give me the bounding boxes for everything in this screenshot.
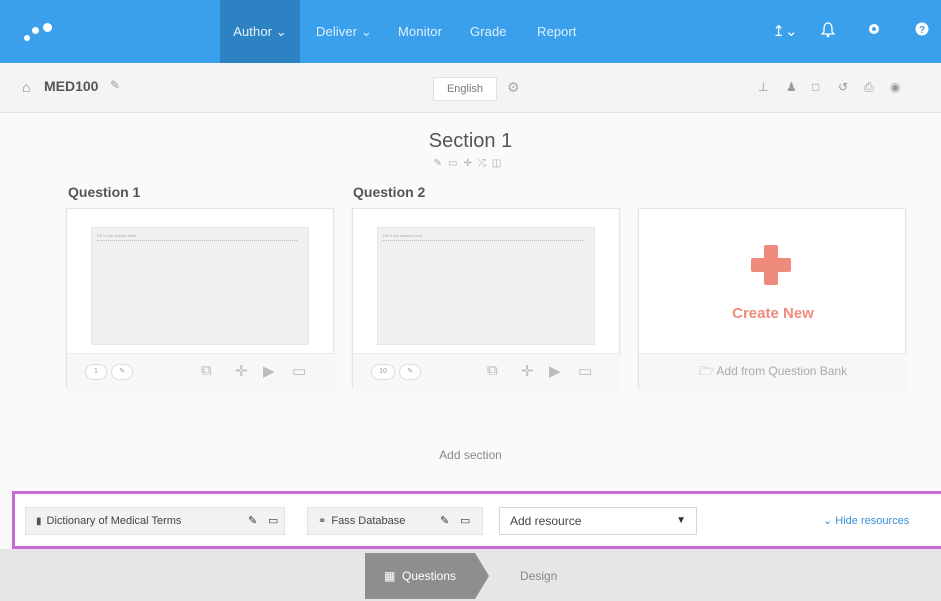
pencil-icon[interactable]: ✎ bbox=[248, 508, 257, 534]
question-card[interactable]: Fill in the answer here 10 ✎ ⧉ ✛ ▶ ▭ bbox=[352, 208, 621, 389]
create-new-card[interactable]: Create New 🗁 Add from Question Bank bbox=[638, 208, 907, 389]
trash-icon[interactable]: ▭ bbox=[578, 362, 592, 380]
nav-deliver[interactable]: Deliver ⌄ bbox=[316, 0, 372, 63]
grid-icon: ▦ bbox=[383, 569, 396, 583]
question-label: Question 1 bbox=[68, 184, 141, 200]
columns-icon[interactable]: ◫ bbox=[492, 158, 507, 169]
add-from-bank-button[interactable]: 🗁 Add from Question Bank bbox=[639, 353, 907, 389]
create-new-label: Create New bbox=[732, 305, 814, 322]
chevron-down-icon: ⌄ bbox=[823, 515, 833, 527]
nav-monitor[interactable]: Monitor bbox=[398, 0, 442, 63]
section-title: Section 1 bbox=[428, 130, 513, 152]
resource-chip[interactable]: ▮ Dictionary of Medical Terms ✎ ▭ bbox=[25, 507, 285, 535]
points-unit: ✎ bbox=[399, 364, 421, 380]
question-footer: 1 ✎ ⧉ ✛ ▶ ▭ bbox=[67, 353, 335, 389]
help-icon[interactable]: ? bbox=[912, 22, 932, 42]
step-design[interactable]: Design bbox=[520, 553, 557, 599]
resource-bar: ▮ Dictionary of Medical Terms ✎ ▭ ⚭ Fass D… bbox=[12, 491, 941, 549]
duplicate-icon[interactable]: ⧉ bbox=[201, 362, 212, 379]
course-title: MED100 bbox=[44, 78, 99, 94]
shuffle-icon[interactable]: ⤮ bbox=[478, 158, 492, 169]
trash-icon[interactable]: ▭ bbox=[268, 508, 278, 534]
move-icon[interactable]: ✛ bbox=[235, 362, 248, 380]
trash-icon[interactable]: ▭ bbox=[448, 158, 463, 169]
nav-author[interactable]: Author ⌄ bbox=[220, 0, 300, 63]
person-icon[interactable]: ♟ bbox=[786, 80, 797, 94]
gear-icon[interactable] bbox=[864, 22, 884, 42]
bell-icon[interactable] bbox=[818, 22, 838, 42]
app-logo[interactable] bbox=[22, 18, 62, 46]
copy-icon[interactable]: □ bbox=[812, 80, 819, 94]
nav-report[interactable]: Report bbox=[537, 0, 577, 63]
move-icon[interactable]: ✛ bbox=[464, 158, 478, 169]
pencil-icon[interactable]: ✎ bbox=[440, 508, 449, 534]
pencil-icon[interactable]: ✎ bbox=[434, 158, 448, 169]
editor-toolbar bbox=[97, 240, 297, 244]
step-bar: ▦ Questions Design bbox=[0, 549, 941, 601]
section-toolbar: ✎▭✛⤮◫ bbox=[0, 158, 941, 169]
question-preview[interactable]: Fill in the answer here bbox=[91, 227, 309, 345]
move-icon[interactable]: ✛ bbox=[521, 362, 534, 380]
question-label: Question 2 bbox=[353, 184, 426, 200]
question-preview[interactable]: Fill in the answer here bbox=[377, 227, 595, 345]
trash-icon[interactable]: ▭ bbox=[292, 362, 306, 380]
nav-grade[interactable]: Grade bbox=[470, 0, 507, 63]
home-icon[interactable]: ⌂ bbox=[22, 79, 30, 95]
duplicate-icon[interactable]: ⧉ bbox=[487, 362, 498, 379]
play-icon[interactable]: ▶ bbox=[263, 362, 275, 380]
resource-chip[interactable]: ⚭ Fass Database ✎ ▭ bbox=[307, 507, 483, 535]
points-field[interactable]: 1 bbox=[85, 364, 107, 380]
points-unit: ✎ bbox=[111, 364, 133, 380]
points-field[interactable]: 10 bbox=[371, 364, 395, 380]
upload-icon[interactable]: ↥⌄ bbox=[770, 22, 800, 42]
svg-text:?: ? bbox=[919, 25, 925, 36]
play-icon[interactable]: ▶ bbox=[549, 362, 561, 380]
caret-down-icon: ▼ bbox=[676, 515, 686, 526]
trash-icon[interactable]: ▭ bbox=[460, 508, 470, 534]
history-icon[interactable]: ↺ bbox=[838, 80, 848, 94]
add-resource-select[interactable]: Add resource ▼ bbox=[499, 507, 697, 535]
document-icon: ▮ bbox=[36, 516, 42, 527]
editor-toolbar bbox=[383, 240, 583, 244]
top-nav: Author ⌄ Deliver ⌄ Monitor Grade Report … bbox=[0, 0, 941, 63]
language-button[interactable]: English bbox=[433, 77, 497, 101]
folder-icon: 🗁 bbox=[698, 364, 714, 378]
course-header: ⌂ MED100 ✎ English ⚙ ⊥ ♟ □ ↺ ⎙ ◉ bbox=[0, 63, 941, 113]
gear-icon[interactable]: ⚙ bbox=[507, 79, 520, 96]
preview-icon[interactable]: ◉ bbox=[890, 80, 900, 94]
link-icon: ⚭ bbox=[318, 516, 327, 527]
question-footer: 10 ✎ ⧉ ✛ ▶ ▭ bbox=[353, 353, 621, 389]
sitemap-icon[interactable]: ⊥ bbox=[758, 80, 768, 94]
print-icon[interactable]: ⎙ bbox=[864, 80, 874, 95]
step-questions[interactable]: ▦ Questions bbox=[365, 553, 475, 599]
pencil-icon[interactable]: ✎ bbox=[110, 78, 120, 92]
add-section-link[interactable]: Add section bbox=[0, 448, 941, 462]
question-card[interactable]: Fill in the answer here 1 ✎ ⧉ ✛ ▶ ▭ bbox=[66, 208, 335, 389]
hide-resources-link[interactable]: ⌄ Hide resources bbox=[823, 514, 909, 527]
